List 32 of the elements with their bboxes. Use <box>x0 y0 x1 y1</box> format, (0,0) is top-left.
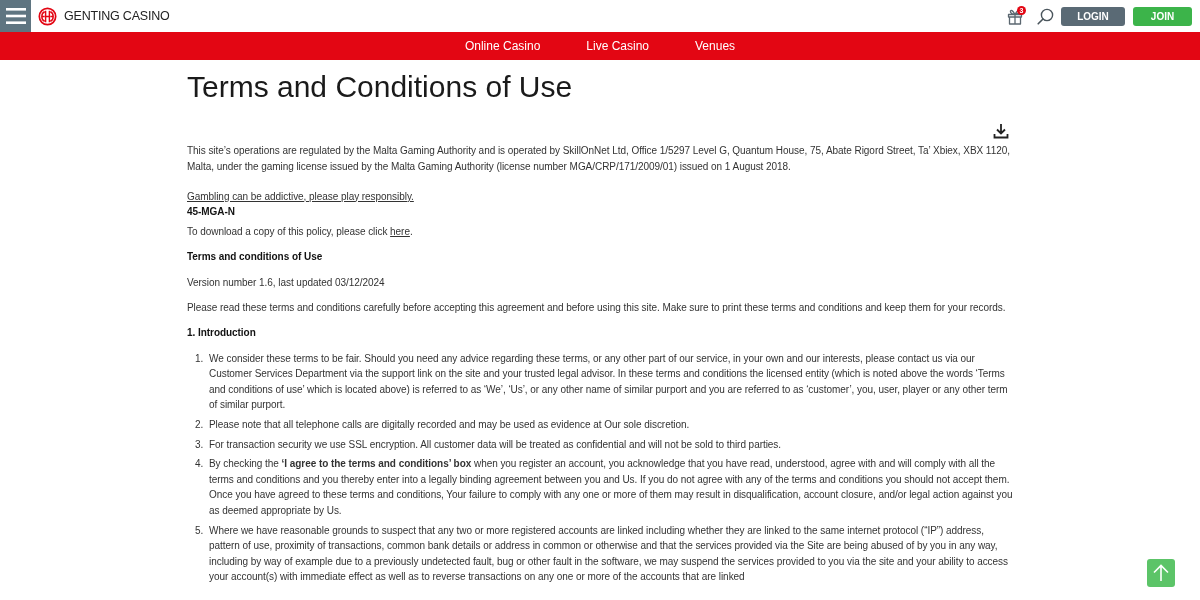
body-text: This site’s operations are regulated by the Malta Gaming Authority and is operated by SkillOnNet Ltd, Office 1/5297 Level G, Quantum House, 75, Abate Rigord Street, Ta’ Xbiex, XBX 1120, Malta, under the gaming license issued by the Malta Gaming Authority (license number MGA/CRP/171/2009/01) issued on 1 August 2018. <box>187 144 1011 174</box>
list-text: We consider these terms to be fair. Should you need any advice regarding these terms, or any other part of our service, in your own and our interests, please contact us via our Customer Services Department via the support link on the site and your trusted legal advisor. In these terms and conditions the licensed entity (which is noted above the words ‘Terms and conditions of use’ which is located above) is referred to as ‘We’, ‘Us’, or any other name of similar purport and you are referred to as ‘customer’, you, user, player or any other term of similar purport. <box>209 351 1009 412</box>
list-number: 1. <box>195 351 205 366</box>
menu-button[interactable] <box>0 0 31 32</box>
arrow-up-icon <box>1153 564 1169 582</box>
here-link[interactable]: here <box>390 225 410 237</box>
body-text: Please read these terms and conditions carefully before accepting this agreement and before using this site. Make sure to print these terms and conditions and keep them for your records. <box>187 300 1007 315</box>
list-number: 5. <box>195 523 205 538</box>
list-number: 3. <box>195 437 205 452</box>
list-text: By checking the ‘I agree to the terms and conditions’ box when you register an account, you acknowledge that you have read, understood, agree with and will comply with all the terms and conditions and you thereby enter into a legally binding agreement between you and Us. If you do not agree with any of the terms and conditions you should not accept them. Once you have agreed to these terms and conditions, Your failure to comply with any one or more of them may result in disqualification, account closure, and/or legal action against you as deemed appropriate by Us. <box>209 457 1013 518</box>
section-heading: Terms and conditions of Use <box>187 249 324 264</box>
gift-icon[interactable] <box>1007 7 1023 25</box>
body-text: Version number 1.6, last updated 03/12/2024 <box>187 275 386 290</box>
list-text: Where we have reasonable grounds to suspect that any two or more registered accounts are linked including whether they are linked to the same internet protocol (“IP”) address, pattern of use, proximity of transactions, common bank details or address in common or otherwise and that the services provided via the Site are being abused of by you in any way, including by way of example due to a previously undetected fault, bug or other fault in the software, we may suspend the services provided to you via the site and your ability to access your account(s) with immediate effect as well as to reverse transactions on any one or more of the accounts that are linked <box>209 523 1009 585</box>
logo-icon[interactable] <box>38 6 57 26</box>
download-icon[interactable] <box>993 123 1009 139</box>
section-heading: 1. Introduction <box>187 325 257 340</box>
login-button[interactable]: LOGIN <box>1061 6 1125 26</box>
list-text: For transaction security we use SSL encryption. All customer data will be treated as confidential and will not be sold to third parties. <box>209 437 782 452</box>
license-code: 45-MGA-N <box>187 205 236 219</box>
nav-link[interactable]: Live Casino <box>586 39 649 53</box>
page-title: Terms and Conditions of Use <box>187 70 574 104</box>
list-text: Please note that all telephone calls are digitally recorded and may be used as evidence at Our sole discretion. <box>209 417 691 432</box>
nav-link[interactable]: Venues <box>695 39 736 53</box>
responsible-gambling-link[interactable]: Gambling can be addictive, please play responsibly. <box>187 188 414 204</box>
search-icon[interactable] <box>1037 7 1054 25</box>
list-number: 4. <box>195 457 205 472</box>
nav-link[interactable]: Online Casino <box>464 39 541 53</box>
logo-text[interactable]: GENTING CASINO <box>64 9 170 23</box>
download-text: To download a copy of this policy, please click here. <box>187 224 414 239</box>
list-number: 2. <box>195 417 205 432</box>
menu-icon <box>5 8 26 24</box>
